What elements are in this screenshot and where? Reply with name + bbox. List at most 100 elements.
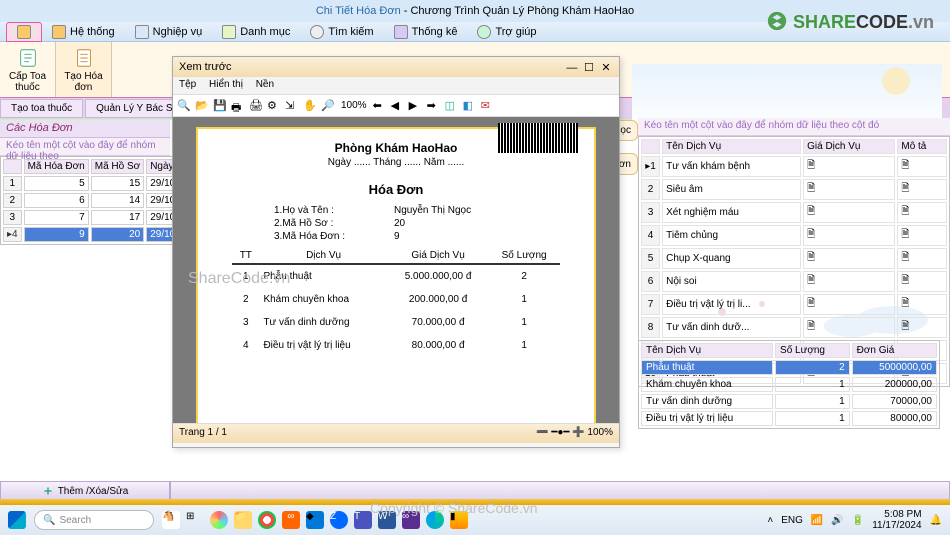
- app-orb-icon: [17, 25, 31, 39]
- title-prefix: Chi Tiết Hóa Đơn: [316, 5, 401, 17]
- tool-bg-icon[interactable]: ◧: [463, 99, 477, 113]
- zoom-slider[interactable]: ━●━: [551, 427, 569, 438]
- field-value: 9: [394, 231, 578, 242]
- sum-col-dg[interactable]: Đơn Giá: [852, 343, 937, 358]
- tool-scale-icon[interactable]: ⇲: [285, 99, 299, 113]
- tool-prev-icon[interactable]: ◀: [391, 99, 405, 113]
- table-row[interactable]: 5Chụp X-quang🗎🗎: [641, 248, 947, 269]
- tool-quick-print-icon[interactable]: 🖨: [249, 99, 263, 113]
- tool-export-icon[interactable]: ✉: [481, 99, 495, 113]
- col-giadv[interactable]: Giá Dịch Vụ: [803, 139, 895, 154]
- table-row[interactable]: Phẫu thuật25000000,00: [641, 360, 937, 375]
- ribbon-tab-timkiem[interactable]: Tìm kiếm: [300, 23, 383, 41]
- chart-icon: [394, 25, 408, 39]
- windows-taskbar: 🔍Search 🐴 ⊞ 📁 ∞ ◆ Z T W ∞ ▮ ˄ ENG 📶 🔊 🔋 …: [0, 505, 950, 535]
- zoom-in-icon[interactable]: ➕: [572, 427, 584, 438]
- tb-edge-icon[interactable]: [426, 511, 444, 529]
- col-mota[interactable]: Mô tả: [897, 139, 947, 154]
- tb-chrome-icon[interactable]: [258, 511, 276, 529]
- tray-wifi-icon[interactable]: 📶: [811, 515, 823, 526]
- tool-first-icon[interactable]: ⬅: [373, 99, 387, 113]
- tray-lang[interactable]: ENG: [781, 515, 803, 526]
- tb-xampp-icon[interactable]: ∞: [282, 511, 300, 529]
- table-row[interactable]: Điều trị vật lý trị liệu180000,00: [641, 411, 937, 426]
- ribbon-tab-danhmuc[interactable]: Danh mục: [212, 23, 300, 41]
- tray-volume-icon[interactable]: 🔊: [831, 515, 843, 526]
- tool-open-icon[interactable]: 📂: [195, 99, 209, 113]
- taskbar-search[interactable]: 🔍Search: [34, 510, 154, 530]
- tray-clock[interactable]: 5:08 PM 11/17/2024: [872, 509, 921, 531]
- sharecode-logo: SHARECODE.vn: [766, 10, 934, 33]
- table-row[interactable]: 6Nội soi🗎🗎: [641, 271, 947, 292]
- minimize-button[interactable]: —: [565, 62, 579, 74]
- ribbon-tab-hethong[interactable]: Hệ thống: [42, 23, 125, 41]
- table-row[interactable]: Tư vấn dinh dưỡng170000,00: [641, 394, 937, 409]
- tb-vscode-icon[interactable]: ◆: [306, 511, 324, 529]
- barcode: [498, 123, 578, 153]
- preview-status: Trang 1 / 1 ➖ ━●━ ➕ 100%: [173, 423, 619, 443]
- table-row[interactable]: 4Tiêm chủng🗎🗎: [641, 225, 947, 246]
- field-label: 3.Mã Hóa Đơn :: [274, 231, 394, 242]
- ribbon-tab-app[interactable]: [6, 22, 42, 42]
- ribbon-group-captoa[interactable]: Cấp Toa thuốc: [0, 42, 56, 97]
- tool-zoom-icon[interactable]: 🔎: [321, 99, 335, 113]
- menu-nen[interactable]: Nền: [256, 79, 274, 90]
- tb-app-icon[interactable]: 🐴: [162, 511, 180, 529]
- tray-chevron-icon[interactable]: ˄: [767, 515, 773, 526]
- right-group-hint: Kéo tên một cột vào đây để nhóm dữ liệu …: [638, 118, 950, 136]
- tool-print-icon[interactable]: 🖶: [231, 99, 245, 113]
- table-row[interactable]: 8Tư vấn dinh dưỡ...🗎🗎: [641, 317, 947, 338]
- field-label: 2.Mã Hồ Sơ :: [274, 218, 394, 229]
- close-button[interactable]: ✕: [599, 61, 613, 74]
- tb-explorer-icon[interactable]: 📁: [234, 511, 252, 529]
- ribbon-tab-thongke[interactable]: Thống kê: [384, 23, 468, 41]
- prescription-icon: [17, 47, 39, 69]
- tb-taskview-icon[interactable]: ⊞: [186, 511, 204, 529]
- maximize-button[interactable]: ☐: [582, 61, 596, 74]
- preview-viewport[interactable]: Phòng Khám HaoHao Ngày ...... Tháng ....…: [173, 117, 619, 423]
- tb-zalo-icon[interactable]: Z: [330, 511, 348, 529]
- help-icon: [477, 25, 491, 39]
- table-row[interactable]: 2Siêu âm🗎🗎: [641, 179, 947, 200]
- tb-teams-icon[interactable]: T: [354, 511, 372, 529]
- tray-notifications-icon[interactable]: 🔔: [930, 515, 942, 526]
- left-group-hint: Kéo tên một cột vào đây để nhóm dữ liệu …: [0, 138, 170, 156]
- tool-next-icon[interactable]: ▶: [409, 99, 423, 113]
- edit-button[interactable]: Thêm /Xóa/Sửa: [0, 481, 170, 501]
- tb-word-icon[interactable]: W: [378, 511, 396, 529]
- ribbon-tab-nghiepvu[interactable]: Nghiệp vụ: [125, 23, 213, 41]
- table-row[interactable]: ▸1Tư vấn khám bệnh🗎🗎: [641, 156, 947, 177]
- tool-save-icon[interactable]: 💾: [213, 99, 227, 113]
- summary-grid[interactable]: Tên Dịch Vụ Số Lượng Đơn Giá Phẫu thuật2…: [638, 340, 940, 429]
- menu-tep[interactable]: Tệp: [179, 79, 196, 90]
- table-row[interactable]: 7Điều trị vật lý trị li...🗎🗎: [641, 294, 947, 315]
- ribbon-tab-trogiup[interactable]: Trợ giúp: [467, 23, 546, 41]
- tb-vs-icon[interactable]: ∞: [402, 511, 420, 529]
- tool-hand-icon[interactable]: ✋: [303, 99, 317, 113]
- tray-battery-icon[interactable]: 🔋: [852, 515, 864, 526]
- preview-titlebar[interactable]: Xem trước — ☐ ✕: [173, 57, 619, 77]
- col-tendv[interactable]: Tên Dịch Vụ: [662, 139, 801, 154]
- tool-find-icon[interactable]: 🔍: [177, 99, 191, 113]
- sum-col-sl[interactable]: Số Lượng: [775, 343, 850, 358]
- subtab-toathuoc[interactable]: Tạo toa thuốc: [0, 99, 83, 118]
- table-row[interactable]: 3Xét nghiệm máu🗎🗎: [641, 202, 947, 223]
- sum-col-tendv[interactable]: Tên Dịch Vụ: [641, 343, 773, 358]
- tool-multi-icon[interactable]: ◫: [445, 99, 459, 113]
- field-value: Nguyễn Thị Ngọc: [394, 205, 578, 216]
- tool-last-icon[interactable]: ➡: [427, 99, 441, 113]
- menu-hienthi[interactable]: Hiển thị: [209, 79, 243, 90]
- table-row[interactable]: Khám chuyên khoa1200000,00: [641, 377, 937, 392]
- col-mahd[interactable]: Mã Hóa Đơn: [24, 159, 89, 174]
- col-mahs[interactable]: Mã Hồ Sơ: [91, 159, 144, 174]
- tool-setup-icon[interactable]: ⚙: [267, 99, 281, 113]
- tb-copilot-icon[interactable]: [210, 511, 228, 529]
- tb-powerbi-icon[interactable]: ▮: [450, 511, 468, 529]
- invoice-page: Phòng Khám HaoHao Ngày ...... Tháng ....…: [196, 127, 596, 423]
- summary-panel: Tên Dịch Vụ Số Lượng Đơn Giá Phẫu thuật2…: [638, 340, 940, 429]
- zoom-out-icon[interactable]: ➖: [536, 427, 548, 438]
- page-indicator: Trang 1 / 1: [179, 427, 227, 440]
- start-button[interactable]: [8, 511, 26, 529]
- ribbon-group-taohd[interactable]: Tạo Hóa đơn: [56, 42, 112, 97]
- zoom-readout[interactable]: 100%: [339, 100, 369, 111]
